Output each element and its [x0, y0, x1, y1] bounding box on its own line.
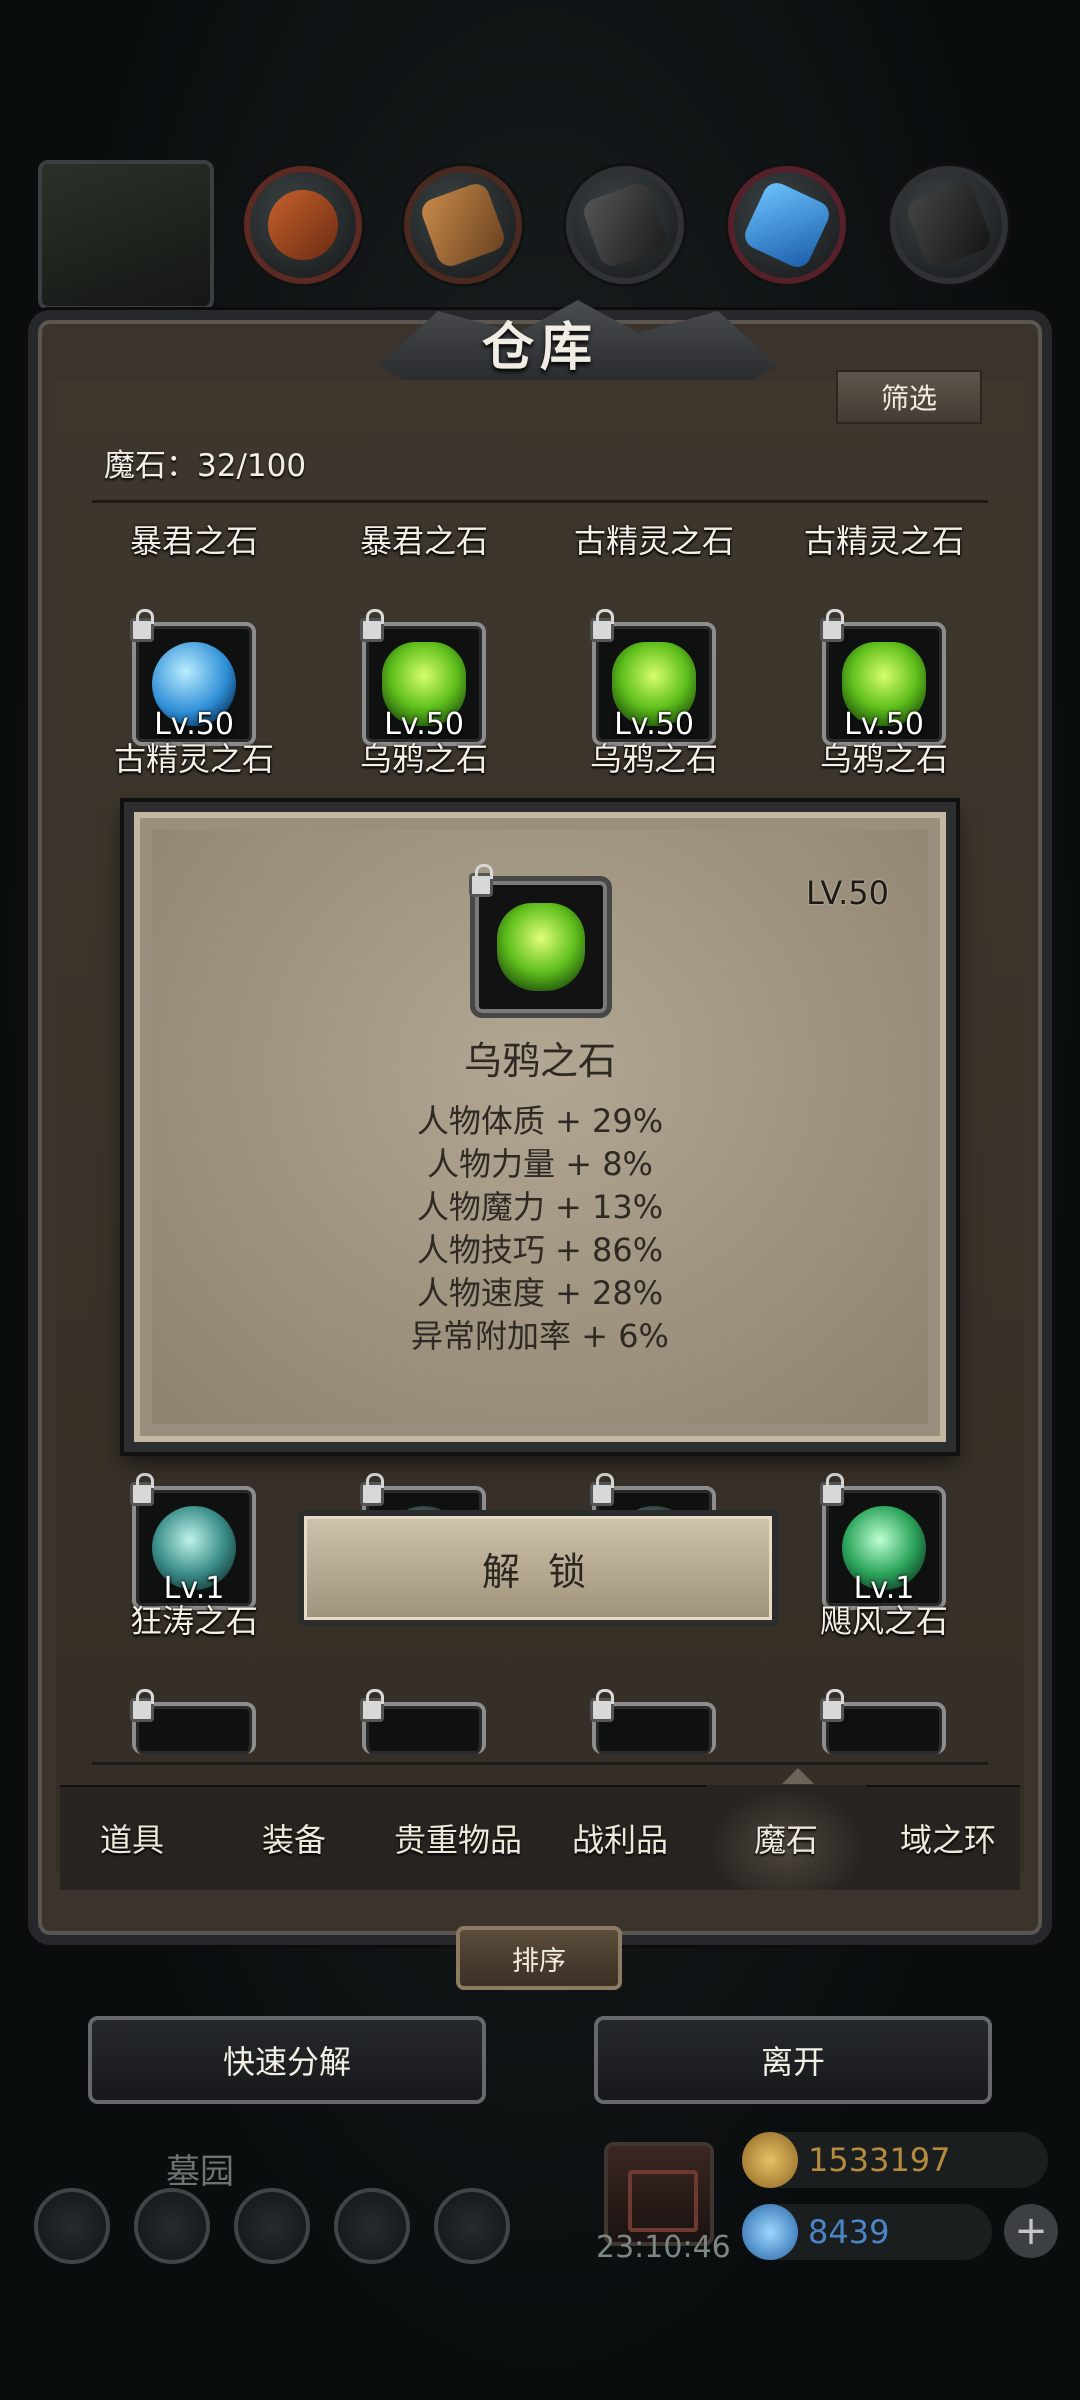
lock-icon [130, 1473, 154, 1506]
stat-line: 人物速度 + 28% [416, 1274, 664, 1312]
item-name: 乌鸦之石 [589, 740, 718, 778]
character-portrait[interactable] [38, 160, 214, 310]
location-label: 墓园 [166, 2152, 234, 2192]
tab-equipment[interactable]: 装备 [214, 1785, 374, 1890]
iron-icon[interactable] [566, 166, 684, 284]
achievement-icon[interactable] [134, 2188, 210, 2264]
crystal-icon[interactable] [728, 166, 846, 284]
guide-icon[interactable] [434, 2188, 510, 2264]
wood-icon[interactable] [404, 166, 522, 284]
item-slot[interactable]: Lv.1 [820, 1473, 946, 1610]
tooltip-stats: 人物体质 + 29% 人物力量 + 8% 人物魔力 + 13% 人物技巧 + 8… [0, 1100, 1080, 1358]
gold-counter: 1533197 [742, 2132, 1048, 2188]
tab-loot[interactable]: 战利品 [540, 1785, 700, 1890]
item-slot[interactable]: Lv.1 [130, 1473, 256, 1610]
tab-items[interactable]: 道具 [52, 1785, 212, 1890]
unlock-button[interactable]: 解 锁 [298, 1510, 778, 1626]
item-name: 古精灵之石 [803, 522, 964, 560]
lock-icon [360, 1473, 384, 1506]
lock-icon [360, 1689, 384, 1722]
item-name: 飓风之石 [819, 1602, 948, 1640]
lock-icon [130, 609, 154, 642]
lock-icon [590, 1689, 614, 1722]
sort-button[interactable]: 排序 [456, 1926, 622, 1990]
lock-icon [590, 1473, 614, 1506]
stat-line: 人物体质 + 29% [416, 1102, 664, 1140]
item-name: 暴君之石 [359, 522, 488, 560]
item-name: 乌鸦之石 [359, 740, 488, 778]
lock-icon [360, 609, 384, 642]
tab-domain-rings[interactable]: 域之环 [868, 1785, 1028, 1890]
item-slot[interactable]: Lv.50 [590, 609, 716, 746]
item-slot[interactable] [820, 1689, 946, 1754]
mail-icon[interactable] [334, 2188, 410, 2264]
stat-line: 人物技巧 + 86% [416, 1231, 664, 1269]
gem-counter: 8439 [742, 2204, 992, 2260]
item-name: 狂涛之石 [129, 1602, 258, 1640]
ranking-icon[interactable] [234, 2188, 310, 2264]
resource-bar [0, 160, 1080, 310]
ore-icon[interactable] [890, 166, 1008, 284]
gold-coin-icon [742, 2132, 798, 2188]
item-slot[interactable]: Lv.50 [130, 609, 256, 746]
gem-amount: 8439 [808, 2213, 890, 2251]
lock-icon [469, 864, 493, 897]
tab-valuables[interactable]: 贵重物品 [378, 1785, 538, 1890]
panel-title: 仓库 [481, 317, 598, 378]
tooltip-item-name: 乌鸦之石 [463, 1039, 616, 1083]
gold-amount: 1533197 [808, 2141, 951, 2179]
item-slot[interactable] [130, 1689, 256, 1754]
grid-top-divider [92, 500, 988, 503]
stat-line: 人物力量 + 8% [427, 1145, 653, 1183]
clock: 23:10:46 [596, 2230, 731, 2265]
lock-icon [820, 609, 844, 642]
item-name: 暴君之石 [129, 522, 258, 560]
lock-icon [820, 1473, 844, 1506]
active-tab-caret [782, 1768, 814, 1784]
item-name: 乌鸦之石 [819, 740, 948, 778]
item-slot[interactable]: Lv.50 [360, 609, 486, 746]
add-currency-button[interactable]: + [1004, 2204, 1058, 2258]
crow-stone-icon [497, 903, 585, 991]
lock-icon [820, 1689, 844, 1722]
stat-line: 人物魔力 + 13% [416, 1188, 664, 1226]
item-slot[interactable] [360, 1689, 486, 1754]
tab-magic-stones[interactable]: 魔石 [706, 1785, 866, 1890]
lock-icon [590, 609, 614, 642]
lock-icon [130, 1689, 154, 1722]
stat-line: 异常附加率 + 6% [411, 1317, 669, 1355]
gem-icon [742, 2204, 798, 2260]
leave-button[interactable]: 离开 [594, 2016, 992, 2104]
meat-icon[interactable] [244, 166, 362, 284]
item-slot[interactable] [590, 1689, 716, 1754]
grid-bottom-divider [92, 1762, 988, 1765]
item-slot[interactable]: Lv.50 [820, 609, 946, 746]
filter-button[interactable]: 筛选 [836, 370, 982, 424]
tooltip-level: LV.50 [806, 874, 889, 912]
capacity-counter: 魔石：32/100 [104, 448, 307, 484]
settings-icon[interactable] [34, 2188, 110, 2264]
tooltip-item-icon [469, 864, 612, 1018]
item-name: 古精灵之石 [573, 522, 734, 560]
quick-decompose-button[interactable]: 快速分解 [88, 2016, 486, 2104]
item-name: 古精灵之石 [113, 740, 274, 778]
